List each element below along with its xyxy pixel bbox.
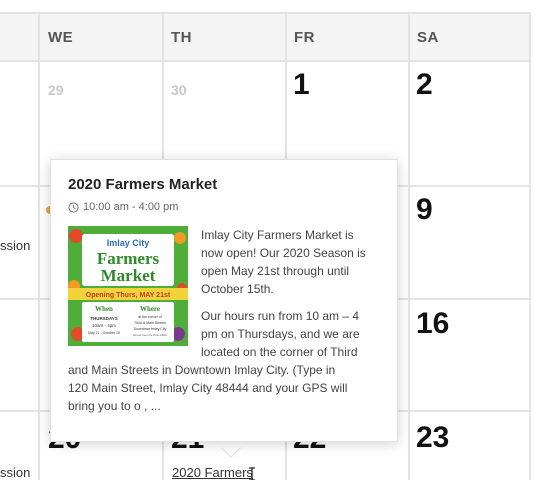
poster-town-text: Imlay City	[107, 238, 150, 248]
popup-text-line: located on the corner of Third	[201, 345, 358, 359]
date-cell-we-29[interactable]: 29	[48, 83, 64, 97]
popup-text-line: and Main Streets in Downtown Imlay City.…	[68, 363, 336, 377]
poster-where-line2: Third & Main Streets	[134, 321, 166, 325]
date-cell-sa-16[interactable]: 16	[416, 309, 449, 339]
popup-text-line: October 15th.	[201, 282, 274, 296]
weekday-we: WE	[48, 29, 74, 46]
weekday-header-row	[0, 12, 531, 60]
poster-where-line3: Downtown Imlay City	[134, 327, 167, 331]
poster-where-line4: across from the Post Office	[133, 333, 167, 337]
popup-text-line: now open! Our 2020 Season is	[201, 246, 366, 260]
popup-text-line: Imlay City Farmers Market is	[201, 228, 354, 242]
date-cell-sa-9[interactable]: 9	[416, 195, 433, 225]
popup-text-line: 120 Main Street, Imlay City 48444 and yo…	[68, 381, 348, 395]
clock-icon	[68, 201, 79, 213]
date-cell-th-30[interactable]: 30	[171, 83, 187, 97]
popup-text-line: open May 21st through until	[201, 264, 350, 278]
popup-event-time: 10:00 am - 4:00 pm	[68, 201, 178, 213]
row-divider	[0, 12, 531, 14]
event-title-truncated[interactable]: ssion	[0, 238, 30, 253]
popup-time-text: 10:00 am - 4:00 pm	[83, 201, 179, 213]
popup-event-title[interactable]: 2020 Farmers Market	[68, 176, 217, 193]
popup-text-line: bring you to o , ...	[68, 399, 161, 413]
date-cell-sa-2[interactable]: 2	[416, 70, 433, 100]
weekday-sa: SA	[417, 29, 439, 46]
event-link-farmers-market[interactable]: 2020 Farmers	[172, 465, 253, 480]
poster-where-label: Where	[140, 305, 160, 313]
popup-description-p1: Imlay City Farmers Market is now open! O…	[201, 226, 391, 298]
poster-when-day: THURSDAYS	[90, 316, 118, 321]
popup-text-line: Our hours run from 10 am – 4	[201, 309, 360, 323]
poster-brand-line2: Market	[101, 266, 156, 285]
poster-when-hours: 10am - 4pm	[92, 323, 116, 328]
poster-when-dates: May 21 - October 15	[88, 331, 120, 335]
popup-text-line: pm on Thursdays, and we are	[201, 327, 360, 341]
event-thumbnail-image: Imlay City Farmers Market Opening Thurs,…	[68, 226, 188, 346]
popup-description-p2a: Our hours run from 10 am – 4 pm on Thurs…	[201, 307, 391, 361]
date-cell-sa-23[interactable]: 23	[416, 423, 449, 453]
poster-opening-text: Opening Thurs, MAY 21st	[86, 292, 171, 299]
weekday-th: TH	[171, 29, 192, 46]
row-divider	[0, 60, 531, 62]
text-cursor-icon	[249, 467, 255, 480]
event-title-truncated[interactable]: ssion	[0, 465, 30, 480]
popup-description-p2b: and Main Streets in Downtown Imlay City.…	[68, 361, 388, 415]
date-cell-fr-1[interactable]: 1	[293, 70, 310, 100]
poster-when-label: When	[95, 305, 113, 313]
event-tooltip-popup: 2020 Farmers Market 10:00 am - 4:00 pm I…	[50, 159, 398, 442]
poster-where-line1: at the corner of	[138, 315, 162, 319]
weekday-fr: FR	[294, 29, 315, 46]
